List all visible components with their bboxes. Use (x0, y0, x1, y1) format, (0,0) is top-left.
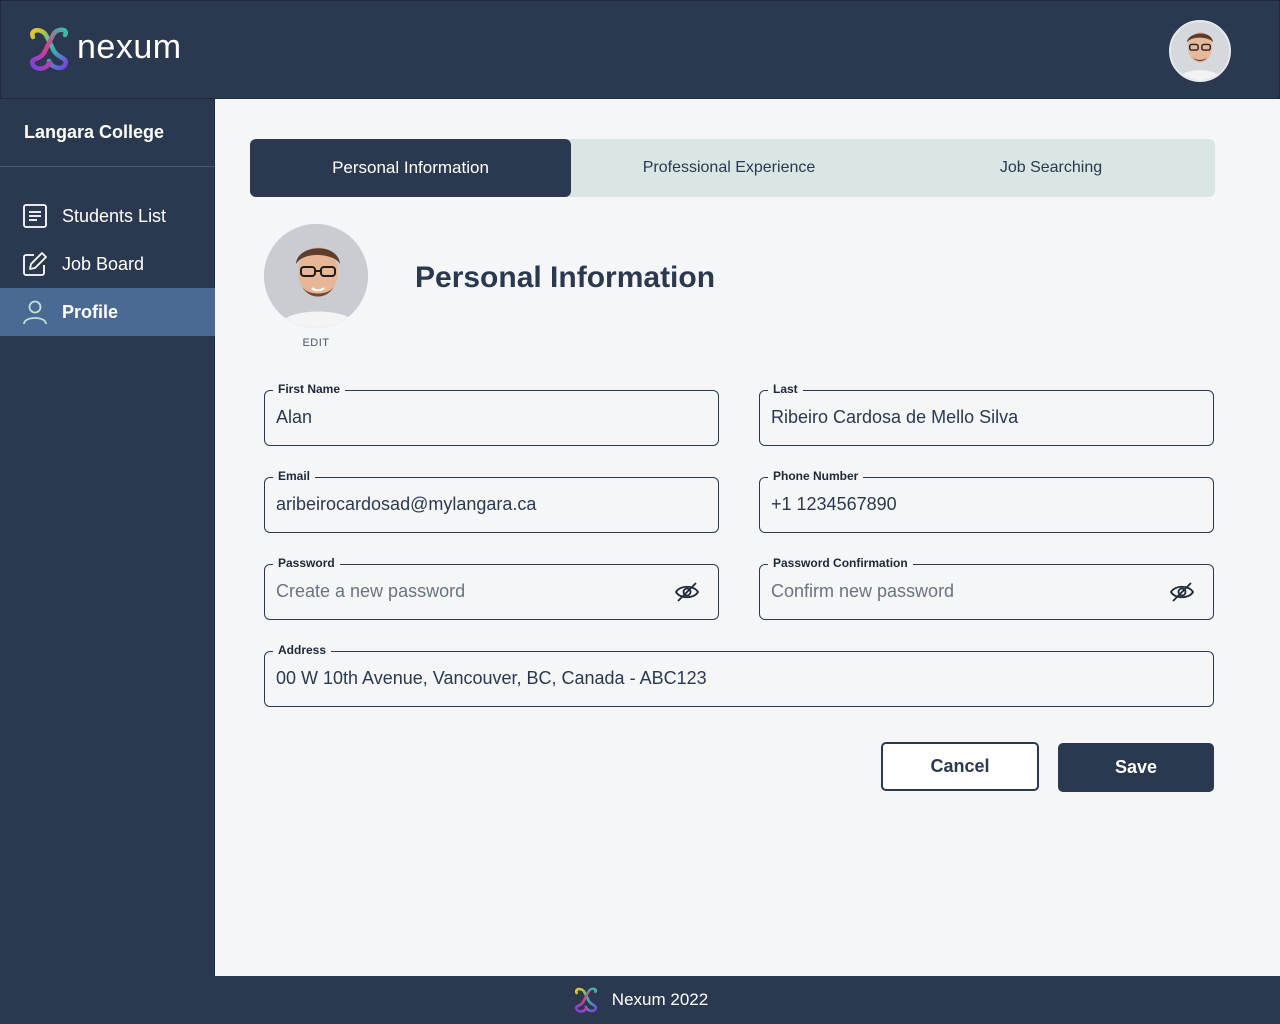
tab-professional-experience[interactable]: Professional Experience (571, 139, 887, 197)
sidebar-item-label: Profile (62, 301, 119, 322)
profile-photo[interactable] (264, 224, 368, 328)
tab-bar: Personal Information Professional Experi… (250, 139, 1215, 197)
tab-personal-information[interactable]: Personal Information (250, 139, 571, 197)
first-name-label: First Name (273, 382, 346, 396)
top-bar: nexum (0, 0, 1280, 99)
email-value: aribeirocardosad@mylangara.ca (276, 494, 537, 514)
sidebar-divider (0, 166, 215, 167)
password-placeholder: Create a new password (276, 581, 466, 601)
sidebar-item-label: Students List (62, 205, 167, 226)
footer-text: Nexum 2022 (611, 990, 709, 1009)
password-label: Password (273, 556, 340, 570)
phone-number-field[interactable]: Phone Number +1 1234567890 (759, 469, 1214, 533)
user-icon (22, 299, 48, 325)
last-name-value: Ribeiro Cardosa de Mello Silva (771, 407, 1019, 427)
organization-name: Langara College (24, 122, 165, 142)
sidebar-item-students-list[interactable]: Students List (0, 192, 215, 240)
sidebar: Langara College Students List Job Board … (0, 99, 215, 976)
edit-pencil-icon (22, 251, 48, 277)
phone-number-label: Phone Number (768, 469, 864, 483)
address-value: 00 W 10th Avenue, Vancouver, BC, Canada … (276, 668, 707, 688)
eye-slash-icon[interactable] (1169, 581, 1195, 603)
last-name-label: Last (768, 382, 803, 396)
tab-job-searching[interactable]: Job Searching (887, 139, 1215, 197)
app-logo[interactable]: nexum (25, 25, 182, 73)
avatar-face-icon (1171, 22, 1229, 80)
sidebar-item-job-board[interactable]: Job Board (0, 240, 215, 288)
first-name-value: Alan (276, 407, 313, 427)
last-name-field[interactable]: Last Ribeiro Cardosa de Mello Silva (759, 382, 1214, 446)
main-content: Personal Information Professional Experi… (215, 99, 1280, 976)
email-label: Email (273, 469, 316, 483)
nexum-logo-icon (30, 27, 68, 71)
user-avatar[interactable] (1169, 20, 1231, 82)
app-name: nexum (77, 27, 182, 66)
footer: Nexum 2022 (0, 976, 1280, 1024)
sidebar-item-profile[interactable]: Profile (0, 288, 215, 336)
password-confirmation-field[interactable]: Password Confirmation Confirm new passwo… (759, 556, 1214, 620)
save-button[interactable]: Save (1058, 743, 1214, 792)
cancel-button[interactable]: Cancel (881, 742, 1039, 791)
password-field[interactable]: Password Create a new password (264, 556, 719, 620)
address-label: Address (273, 643, 332, 657)
address-field[interactable]: Address 00 W 10th Avenue, Vancouver, BC,… (264, 643, 1214, 707)
page-title: Personal Information (415, 261, 716, 294)
phone-number-value: +1 1234567890 (771, 494, 897, 514)
sidebar-nav: Students List Job Board Profile (0, 192, 215, 336)
email-field[interactable]: Email aribeirocardosad@mylangara.ca (264, 469, 719, 533)
sidebar-item-label: Job Board (62, 253, 145, 274)
edit-photo-link[interactable]: EDIT (264, 337, 368, 349)
profile-face-icon (264, 224, 368, 328)
list-document-icon (22, 203, 48, 229)
password-confirmation-label: Password Confirmation (768, 556, 913, 570)
first-name-field[interactable]: First Name Alan (264, 382, 719, 446)
nexum-logo-icon (574, 987, 597, 1013)
eye-slash-icon[interactable] (674, 581, 700, 603)
password-confirmation-placeholder: Confirm new password (771, 581, 955, 601)
